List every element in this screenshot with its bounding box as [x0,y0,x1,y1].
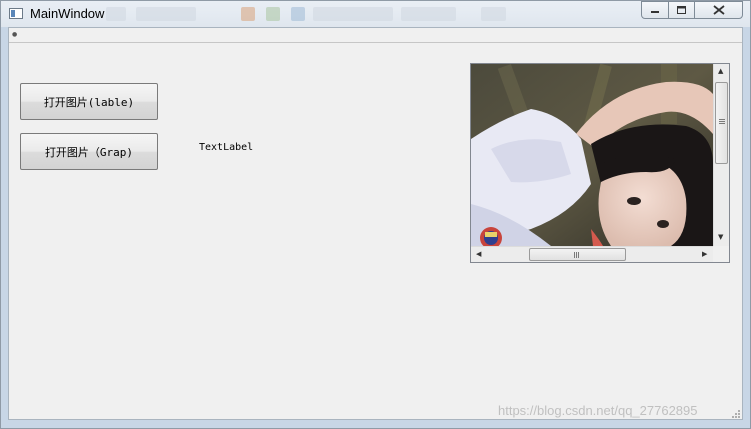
scroll-down-icon[interactable]: ▼ [718,234,723,241]
ghost-toolbar-item [266,7,280,21]
menu-handle-icon: ● [12,31,18,38]
title-bar[interactable]: MainWindow [1,1,750,27]
minimize-icon [651,11,659,13]
photo-image [471,64,713,246]
horizontal-scroll-thumb[interactable] [529,248,626,261]
text-label: TextLabel [199,142,254,153]
central-widget: ● 打开图片(lable) 打开图片（Grap) TextLabel ▲ ▼ ◀… [8,27,743,420]
ghost-toolbar-item [313,7,393,21]
vertical-scroll-thumb[interactable] [715,82,728,164]
ghost-toolbar-item [136,7,196,21]
open-image-graph-button[interactable]: 打开图片（Grap) [20,133,158,170]
close-button[interactable] [694,1,743,19]
menu-bar[interactable]: ● [9,28,742,43]
open-image-label-button[interactable]: 打开图片(lable) [20,83,158,120]
window-title: MainWindow [30,6,105,21]
watermark-text: https://blog.csdn.net/qq_27762895 [498,403,698,418]
horizontal-scrollbar[interactable]: ◀ ▶ [471,246,713,262]
ghost-toolbar-item [481,7,506,21]
scroll-left-icon[interactable]: ◀ [476,251,481,258]
minimize-button[interactable] [641,1,669,19]
scroll-up-icon[interactable]: ▲ [718,68,723,75]
app-icon [9,8,23,19]
ghost-toolbar-item [241,7,255,21]
ghost-toolbar-item [291,7,305,21]
ghost-toolbar-item [401,7,456,21]
restore-icon [677,6,686,14]
ghost-toolbar-item [106,7,126,21]
graphics-view[interactable]: ▲ ▼ ◀ ▶ [470,63,730,263]
close-icon [712,5,725,15]
restore-button[interactable] [668,1,695,19]
scroll-right-icon[interactable]: ▶ [702,251,707,258]
resize-grip-icon[interactable] [731,409,741,419]
main-window: MainWindow ● 打开图片(lable) 打开图片（Grap) Text… [0,0,751,429]
scroll-corner [713,246,729,262]
vertical-scrollbar[interactable]: ▲ ▼ [713,64,729,246]
